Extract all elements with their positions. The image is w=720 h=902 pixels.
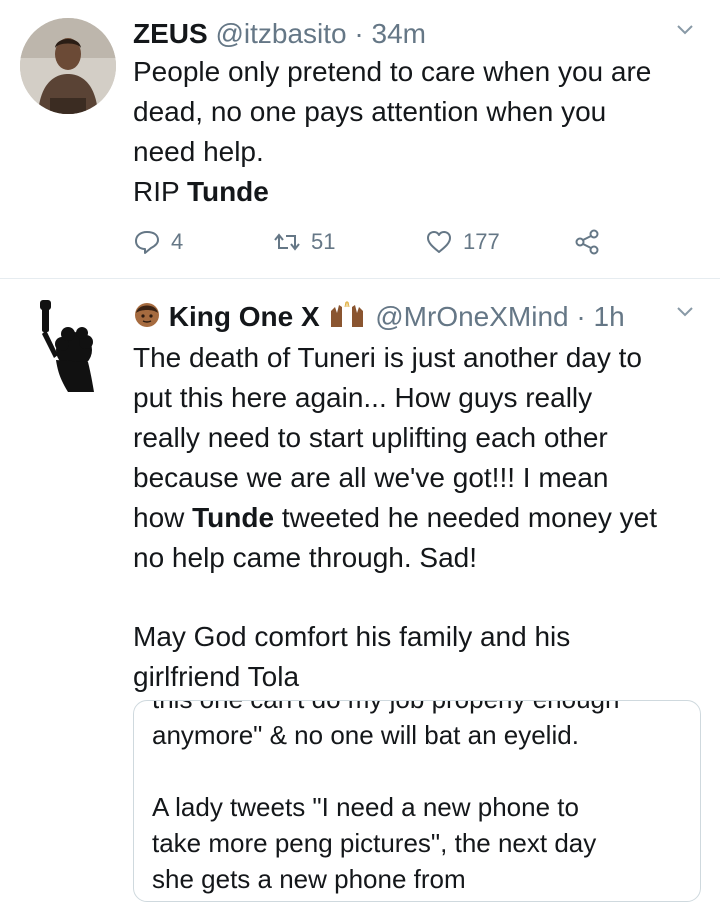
chevron-down-icon[interactable] [676, 20, 694, 38]
timestamp[interactable]: 1h [594, 301, 625, 332]
tweet-text-line: really need to start uplifting each othe… [133, 422, 608, 453]
avatar-photo [20, 18, 116, 114]
tweet-text-paragraph: May God comfort his family and his girlf… [133, 617, 703, 697]
chevron-down-icon[interactable] [676, 302, 694, 320]
tweet-text-line: RIP Tunde [133, 172, 703, 212]
display-name[interactable]: ZEUS [133, 18, 208, 49]
quoted-text-blank [152, 753, 692, 789]
tweet-text-line: because we are all we've got!!! I mean [133, 462, 609, 493]
tweet-text-line: need help. [133, 136, 264, 167]
tweet-text-line: how Tunde tweeted he needed money yet [133, 498, 703, 538]
like-button[interactable]: 177 [425, 224, 500, 260]
tweet-text-line: dead, no one pays attention when you [133, 96, 607, 127]
heart-icon [427, 231, 451, 253]
raised-fist-silhouette-icon [40, 300, 94, 392]
tweet-header: King One X @MrOneXMind · 1h [133, 297, 625, 337]
retweet-icon [274, 233, 300, 251]
tweet-text: People only pretend to care when you are… [133, 52, 703, 212]
tweet-text-line: put this here again... How guys really [133, 382, 593, 413]
quoted-text-line: this one can't do my job properly enough [152, 701, 692, 717]
reply-count: 4 [171, 229, 184, 254]
share-icon [575, 229, 599, 255]
like-count: 177 [463, 229, 500, 254]
quoted-image-card[interactable]: this one can't do my job properly enough… [133, 700, 701, 902]
quoted-text: this one can't do my job properly enough… [152, 701, 692, 897]
handle[interactable]: @MrOneXMind [375, 301, 568, 332]
retweet-count: 51 [311, 229, 336, 254]
tweet-text: The death of Tuneri is just another day … [133, 338, 703, 578]
text-prefix: RIP [133, 176, 187, 207]
raised-hands-emoji-icon [327, 300, 367, 340]
text-suffix: tweeted he needed money yet [274, 502, 658, 533]
tweet-text-line: The death of Tuneri is just another day … [133, 342, 642, 373]
person-emoji-icon [133, 300, 161, 340]
highlighted-word: Tunde [192, 502, 275, 533]
text-prefix: how [133, 502, 193, 533]
timestamp[interactable]: 34m [372, 18, 426, 49]
tweet-actions: 4 51 177 [133, 224, 623, 260]
avatar[interactable] [28, 300, 108, 395]
tweet-text-line: People only pretend to care when you are [133, 56, 652, 87]
reply-button[interactable]: 4 [133, 224, 183, 260]
quoted-text-line: take more peng pictures", the next day [152, 828, 597, 858]
tweet-header: ZEUS @itzbasito · 34m [133, 14, 426, 54]
tweet-text-line: girlfriend Tola [133, 661, 300, 692]
avatar[interactable] [20, 18, 116, 114]
quoted-text-line: anymore" & no one will bat an eyelid. [152, 720, 579, 750]
retweet-button[interactable]: 51 [273, 224, 335, 260]
tweet-text-line: May God comfort his family and his [133, 621, 571, 652]
handle[interactable]: @itzbasito [215, 18, 346, 49]
display-name[interactable]: King One X [169, 301, 320, 332]
tweet-text-line: no help came through. Sad! [133, 542, 478, 573]
reply-icon [135, 231, 159, 254]
quoted-text-line: she gets a new phone from [152, 864, 466, 894]
share-button[interactable] [573, 224, 601, 260]
highlighted-word: Tunde [186, 176, 269, 207]
separator: · [354, 18, 364, 49]
separator: · [576, 301, 586, 332]
quoted-text-line: A lady tweets "I need a new phone to [152, 792, 579, 822]
